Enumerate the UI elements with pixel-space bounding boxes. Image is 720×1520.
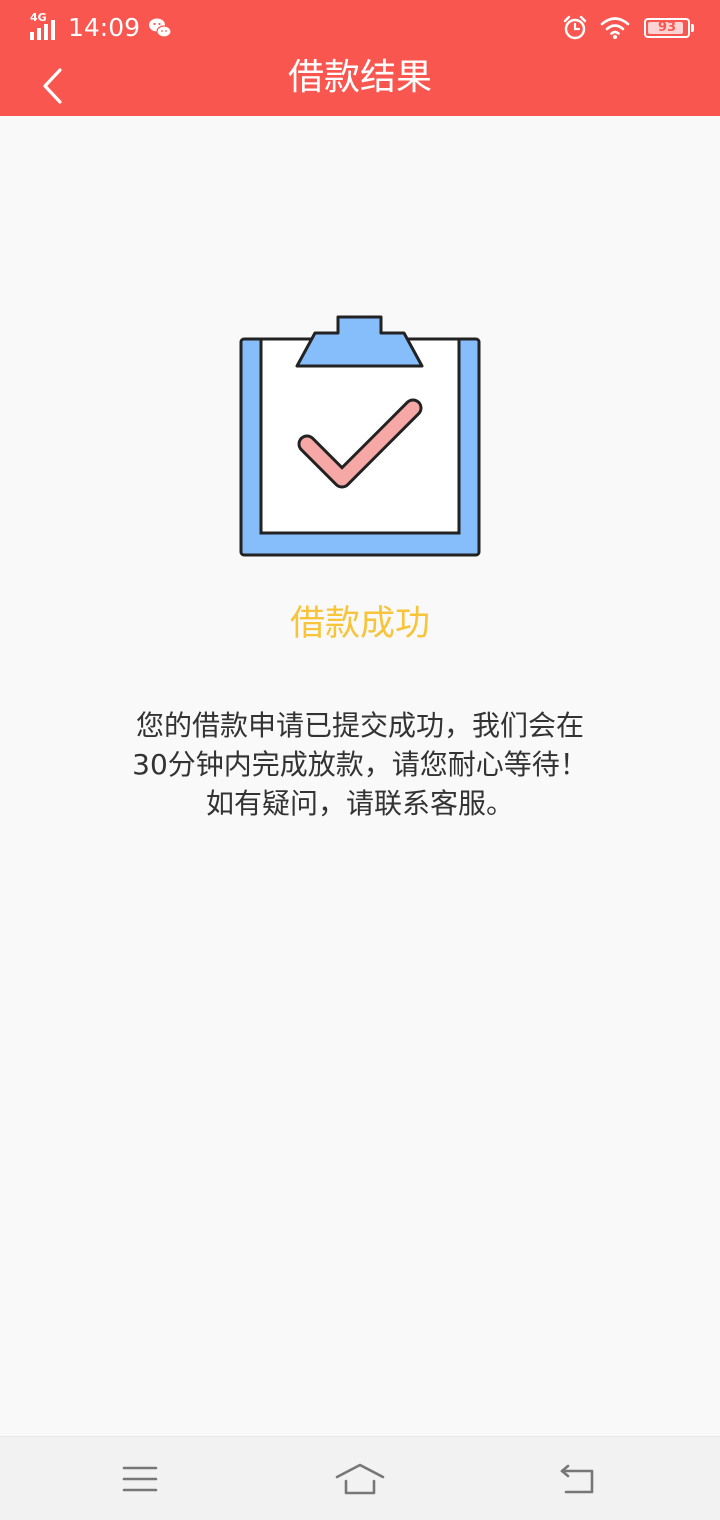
wifi-icon (600, 17, 630, 39)
network-type: 4G (30, 11, 47, 24)
app-header: 4G 14:09 93 借款结果 (0, 0, 720, 116)
status-bar: 4G 14:09 93 (0, 0, 720, 56)
menu-icon (122, 1466, 158, 1492)
nav-bar: 借款结果 (0, 56, 720, 116)
home-button[interactable] (330, 1451, 390, 1507)
return-icon (560, 1464, 594, 1494)
page-title: 借款结果 (287, 57, 432, 98)
result-message: 您的借款申请已提交成功，我们会在 30分钟内完成放款，请您耐心等待！ 如有疑问，… (80, 706, 640, 823)
home-icon (335, 1463, 385, 1495)
battery-icon: 93 (644, 18, 694, 38)
result-message-line: 30分钟内完成放款，请您耐心等待！ (132, 748, 588, 781)
battery-level: 93 (657, 20, 677, 35)
result-message-line: 您的借款申请已提交成功，我们会在 (135, 709, 584, 742)
menu-button[interactable] (110, 1451, 170, 1507)
alarm-clock-icon (563, 15, 587, 40)
system-nav-bar (0, 1436, 720, 1520)
result-message-line: 如有疑问，请联系客服。 (205, 787, 514, 820)
return-button[interactable] (548, 1451, 608, 1507)
cellular-signal-icon: 4G (30, 11, 62, 42)
result-status: 借款成功 (289, 604, 430, 644)
status-time: 14:09 (68, 13, 141, 42)
status-bar-right: 93 (562, 12, 694, 44)
status-bar-left: 4G 14:09 (30, 12, 172, 44)
clipboard-check-icon (239, 315, 481, 557)
wechat-icon (149, 18, 172, 38)
